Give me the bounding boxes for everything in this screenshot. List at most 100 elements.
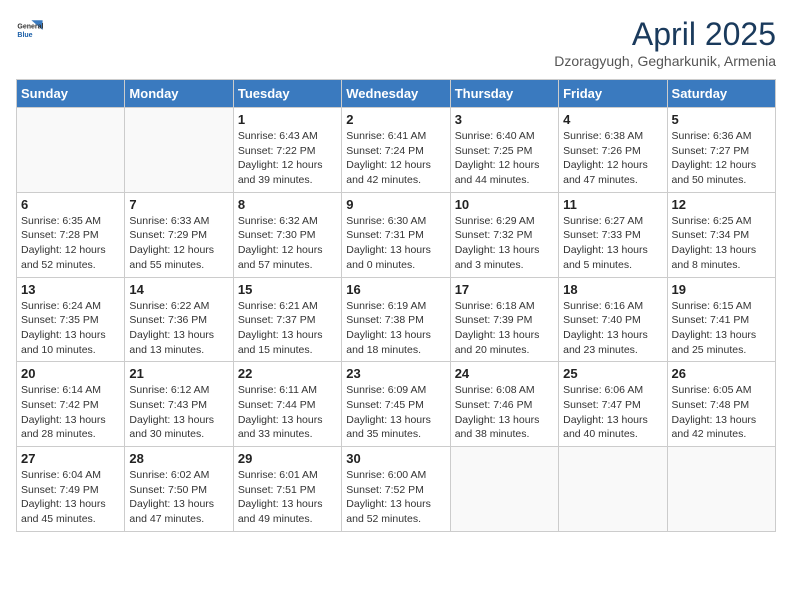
day-info: Sunrise: 6:15 AMSunset: 7:41 PMDaylight:…: [672, 299, 771, 358]
day-number: 25: [563, 366, 662, 381]
day-number: 29: [238, 451, 337, 466]
col-sunday: Sunday: [17, 80, 125, 108]
table-row: 7Sunrise: 6:33 AMSunset: 7:29 PMDaylight…: [125, 192, 233, 277]
day-number: 12: [672, 197, 771, 212]
day-number: 28: [129, 451, 228, 466]
table-row: 11Sunrise: 6:27 AMSunset: 7:33 PMDayligh…: [559, 192, 667, 277]
table-row: 6 Sunrise: 6:35 AMSunset: 7:28 PMDaylight…: [17, 192, 125, 277]
table-row: 21 Sunrise: 6:12 AMSunset: 7:43 PMDayligh…: [125, 362, 233, 447]
table-row: 13Sunrise: 6:24 AMSunset: 7:35 PMDayligh…: [17, 277, 125, 362]
day-info: Sunrise: 6:22 AMSunset: 7:36 PMDaylight:…: [129, 299, 228, 358]
table-row: [450, 447, 558, 532]
table-row: 29Sunrise: 6:01 AMSunset: 7:51 PMDayligh…: [233, 447, 341, 532]
day-info: Sunrise: 6:04 AMSunset: 7:49 PMDaylight:…: [21, 468, 120, 527]
calendar-week-row: 20 Sunrise: 6:14 AMSunset: 7:42 PMDayligh…: [17, 362, 776, 447]
day-info: Sunrise: 6:02 AMSunset: 7:50 PMDaylight:…: [129, 468, 228, 527]
table-row: 24Sunrise: 6:08 AMSunset: 7:46 PMDayligh…: [450, 362, 558, 447]
col-wednesday: Wednesday: [342, 80, 450, 108]
table-row: [667, 447, 775, 532]
day-number: 22: [238, 366, 337, 381]
table-row: [559, 447, 667, 532]
day-number: 13: [21, 282, 120, 297]
title-area: April 2025 Dzoragyugh, Gegharkunik, Arme…: [554, 16, 776, 69]
col-saturday: Saturday: [667, 80, 775, 108]
day-info: Sunrise: 6:08 AMSunset: 7:46 PMDaylight:…: [455, 383, 554, 442]
day-number: 16: [346, 282, 445, 297]
day-number: 4: [563, 112, 662, 127]
day-number: 6: [21, 197, 120, 212]
table-row: [125, 108, 233, 193]
table-row: 22 Sunrise: 6:11 AMSunset: 7:44 PMDayligh…: [233, 362, 341, 447]
table-row: 20 Sunrise: 6:14 AMSunset: 7:42 PMDayligh…: [17, 362, 125, 447]
day-info: Sunrise: 6:14 AMSunset: 7:42 PMDaylight:…: [21, 383, 120, 442]
table-row: 15 Sunrise: 6:21 AMSunset: 7:37 PMDayligh…: [233, 277, 341, 362]
table-row: 28 Sunrise: 6:02 AMSunset: 7:50 PMDayligh…: [125, 447, 233, 532]
location-subtitle: Dzoragyugh, Gegharkunik, Armenia: [554, 53, 776, 69]
day-info: Sunrise: 6:18 AMSunset: 7:39 PMDaylight:…: [455, 299, 554, 358]
calendar-week-row: 1 Sunrise: 6:43 AMSunset: 7:22 PMDaylight…: [17, 108, 776, 193]
day-number: 20: [21, 366, 120, 381]
day-info: Sunrise: 6:38 AMSunset: 7:26 PMDaylight:…: [563, 129, 662, 188]
calendar-header-row: Sunday Monday Tuesday Wednesday Thursday…: [17, 80, 776, 108]
table-row: [17, 108, 125, 193]
table-row: 1 Sunrise: 6:43 AMSunset: 7:22 PMDaylight…: [233, 108, 341, 193]
table-row: 10 Sunrise: 6:29 AMSunset: 7:32 PMDayligh…: [450, 192, 558, 277]
table-row: 23Sunrise: 6:09 AMSunset: 7:45 PMDayligh…: [342, 362, 450, 447]
header: General Blue April 2025 Dzoragyugh, Gegh…: [16, 16, 776, 69]
day-number: 3: [455, 112, 554, 127]
month-title: April 2025: [554, 16, 776, 53]
table-row: 26Sunrise: 6:05 AMSunset: 7:48 PMDayligh…: [667, 362, 775, 447]
col-tuesday: Tuesday: [233, 80, 341, 108]
day-number: 23: [346, 366, 445, 381]
day-info: Sunrise: 6:19 AMSunset: 7:38 PMDaylight:…: [346, 299, 445, 358]
calendar: Sunday Monday Tuesday Wednesday Thursday…: [16, 79, 776, 532]
day-number: 21: [129, 366, 228, 381]
calendar-week-row: 27 Sunrise: 6:04 AMSunset: 7:49 PMDayligh…: [17, 447, 776, 532]
day-info: Sunrise: 6:21 AMSunset: 7:37 PMDaylight:…: [238, 299, 337, 358]
day-info: Sunrise: 6:11 AMSunset: 7:44 PMDaylight:…: [238, 383, 337, 442]
table-row: 3 Sunrise: 6:40 AMSunset: 7:25 PMDaylight…: [450, 108, 558, 193]
table-row: 12Sunrise: 6:25 AMSunset: 7:34 PMDayligh…: [667, 192, 775, 277]
day-info: Sunrise: 6:16 AMSunset: 7:40 PMDaylight:…: [563, 299, 662, 358]
day-number: 27: [21, 451, 120, 466]
col-thursday: Thursday: [450, 80, 558, 108]
col-monday: Monday: [125, 80, 233, 108]
col-friday: Friday: [559, 80, 667, 108]
day-number: 1: [238, 112, 337, 127]
svg-text:Blue: Blue: [17, 32, 32, 39]
day-number: 2: [346, 112, 445, 127]
day-info: Sunrise: 6:29 AMSunset: 7:32 PMDaylight:…: [455, 214, 554, 273]
day-info: Sunrise: 6:12 AMSunset: 7:43 PMDaylight:…: [129, 383, 228, 442]
day-number: 18: [563, 282, 662, 297]
table-row: 9 Sunrise: 6:30 AMSunset: 7:31 PMDaylight…: [342, 192, 450, 277]
calendar-week-row: 6 Sunrise: 6:35 AMSunset: 7:28 PMDaylight…: [17, 192, 776, 277]
day-info: Sunrise: 6:27 AMSunset: 7:33 PMDaylight:…: [563, 214, 662, 273]
logo: General Blue: [16, 16, 44, 44]
table-row: 14Sunrise: 6:22 AMSunset: 7:36 PMDayligh…: [125, 277, 233, 362]
day-info: Sunrise: 6:40 AMSunset: 7:25 PMDaylight:…: [455, 129, 554, 188]
table-row: 30 Sunrise: 6:00 AMSunset: 7:52 PMDayligh…: [342, 447, 450, 532]
day-number: 9: [346, 197, 445, 212]
day-number: 10: [455, 197, 554, 212]
day-info: Sunrise: 6:36 AMSunset: 7:27 PMDaylight:…: [672, 129, 771, 188]
logo-icon: General Blue: [16, 16, 44, 44]
day-info: Sunrise: 6:05 AMSunset: 7:48 PMDaylight:…: [672, 383, 771, 442]
day-number: 17: [455, 282, 554, 297]
table-row: 27 Sunrise: 6:04 AMSunset: 7:49 PMDayligh…: [17, 447, 125, 532]
table-row: 2Sunrise: 6:41 AMSunset: 7:24 PMDaylight…: [342, 108, 450, 193]
day-info: Sunrise: 6:32 AMSunset: 7:30 PMDaylight:…: [238, 214, 337, 273]
day-info: Sunrise: 6:33 AMSunset: 7:29 PMDaylight:…: [129, 214, 228, 273]
day-info: Sunrise: 6:35 AMSunset: 7:28 PMDaylight:…: [21, 214, 120, 273]
day-info: Sunrise: 6:00 AMSunset: 7:52 PMDaylight:…: [346, 468, 445, 527]
calendar-week-row: 13Sunrise: 6:24 AMSunset: 7:35 PMDayligh…: [17, 277, 776, 362]
table-row: 17 Sunrise: 6:18 AMSunset: 7:39 PMDayligh…: [450, 277, 558, 362]
table-row: 25Sunrise: 6:06 AMSunset: 7:47 PMDayligh…: [559, 362, 667, 447]
day-number: 15: [238, 282, 337, 297]
day-number: 5: [672, 112, 771, 127]
day-info: Sunrise: 6:30 AMSunset: 7:31 PMDaylight:…: [346, 214, 445, 273]
table-row: 19Sunrise: 6:15 AMSunset: 7:41 PMDayligh…: [667, 277, 775, 362]
svg-text:General: General: [17, 24, 43, 31]
table-row: 4 Sunrise: 6:38 AMSunset: 7:26 PMDaylight…: [559, 108, 667, 193]
day-info: Sunrise: 6:43 AMSunset: 7:22 PMDaylight:…: [238, 129, 337, 188]
day-number: 30: [346, 451, 445, 466]
